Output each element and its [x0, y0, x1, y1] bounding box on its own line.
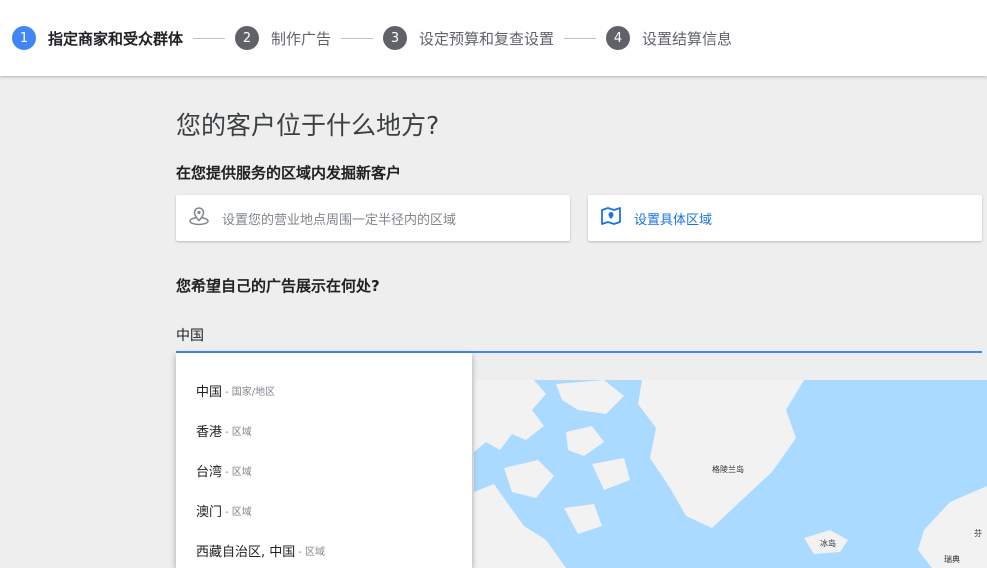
step-number: 4 — [606, 26, 631, 50]
step-label: 设定预算和复查设置 — [419, 29, 555, 48]
specific-region-label: 设置具体区域 — [634, 212, 713, 228]
step-connector — [341, 37, 374, 39]
step-4[interactable]: 4 设置结算信息 — [606, 26, 732, 50]
suggestion-item[interactable]: 香港 - 区域 — [196, 420, 252, 440]
step-2[interactable]: 2 制作广告 — [235, 26, 331, 50]
step-1[interactable]: 1 指定商家和受众群体 — [12, 26, 183, 50]
suggestion-item[interactable]: 台湾 - 区域 — [196, 460, 252, 480]
step-3[interactable]: 3 设定预算和复查设置 — [383, 26, 554, 50]
map-icon — [600, 207, 622, 229]
step-label: 制作广告 — [271, 29, 332, 48]
suggestion-type: - 国家/地区 — [225, 386, 276, 398]
step-label: 设置结算信息 — [642, 29, 733, 48]
suggestion-type: - 区域 — [298, 546, 326, 558]
map-label-iceland: 冰岛 — [820, 538, 836, 548]
location-search-input[interactable] — [176, 321, 982, 349]
map-label-greenland: 格陵兰岛 — [712, 464, 744, 474]
page-title: 您的客户位于什么地方? — [176, 111, 440, 140]
stepper: 1 指定商家和受众群体 2 制作广告 3 设定预算和复查设置 4 设置结算信息 — [0, 0, 987, 76]
suggestion-name: 香港 — [196, 424, 223, 440]
ad-location-heading: 您希望自己的广告展示在何处? — [176, 277, 380, 295]
suggestion-name: 西藏自治区, 中国 — [196, 544, 296, 560]
radius-option-label: 设置您的营业地点周围一定半径内的区域 — [222, 212, 457, 228]
map-label-sweden: 瑞典 — [944, 554, 960, 564]
suggestion-type: - 区域 — [225, 506, 252, 518]
suggestion-name: 澳门 — [196, 504, 223, 520]
suggestion-name: 台湾 — [196, 464, 223, 480]
map-view[interactable]: 格陵兰岛 冰岛 瑞典 芬 — [474, 380, 987, 568]
suggestion-name: 中国 — [196, 384, 223, 400]
step-number: 1 — [12, 26, 36, 50]
suggestion-item[interactable]: 澳门 - 区域 — [196, 500, 252, 520]
step-connector — [564, 37, 597, 39]
step-label: 指定商家和受众群体 — [48, 29, 184, 48]
step-number: 2 — [235, 26, 260, 50]
step-number: 3 — [383, 26, 408, 50]
map-label-other: 芬 — [974, 528, 982, 538]
specific-region-button[interactable]: 设置具体区域 — [588, 195, 982, 241]
suggestion-item[interactable]: 中国 - 国家/地区 — [196, 380, 275, 400]
location-search-field[interactable] — [176, 321, 982, 353]
step-connector — [193, 37, 226, 39]
radius-option-button[interactable]: 设置您的营业地点周围一定半径内的区域 — [176, 195, 570, 241]
suggestion-item[interactable]: 西藏自治区, 中国 - 区域 — [196, 540, 325, 560]
suggestion-type: - 区域 — [225, 426, 252, 438]
location-suggestions-dropdown: 中国 - 国家/地区 香港 - 区域 台湾 - 区域 澳门 - 区域 西藏自治区… — [176, 353, 472, 568]
location-radius-icon — [188, 206, 210, 230]
suggestion-type: - 区域 — [225, 466, 252, 478]
service-area-heading: 在您提供服务的区域内发掘新客户 — [176, 164, 402, 182]
